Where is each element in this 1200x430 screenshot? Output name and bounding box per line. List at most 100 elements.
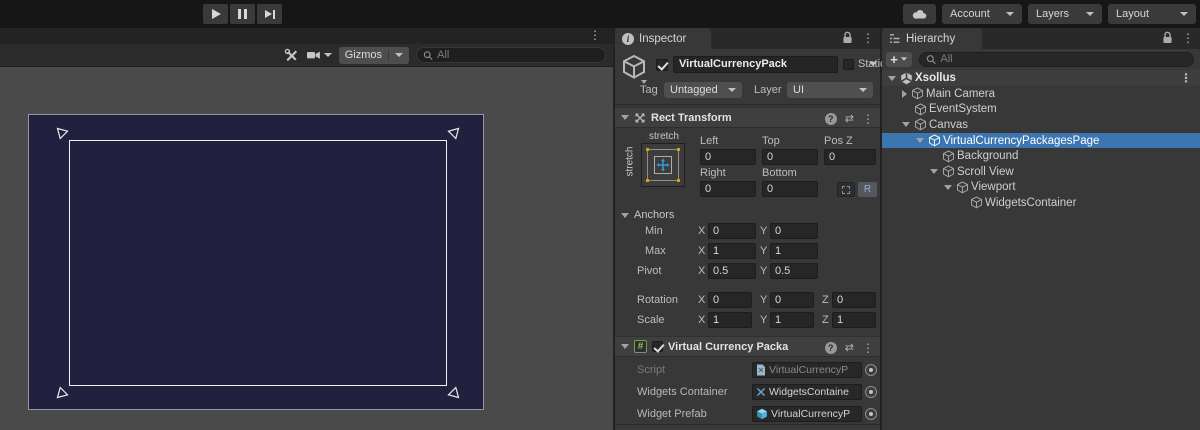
x-axis-label: X [698, 225, 705, 237]
foldout-expanded-icon[interactable] [916, 138, 924, 143]
step-icon [265, 10, 275, 19]
gizmos-dropdown[interactable]: Gizmos [339, 47, 409, 64]
pane-menu-icon[interactable]: ⋮ [1182, 32, 1194, 44]
hierarchy-item-scroll-view[interactable]: Scroll View [882, 164, 1200, 180]
top-field[interactable]: 0 [762, 149, 818, 165]
posz-field-label: Pos Z [824, 135, 853, 147]
scene-row-xsollus[interactable]: Xsollus ⋮ [882, 70, 1200, 86]
account-dropdown[interactable]: Account [942, 4, 1022, 24]
foldout-collapsed-icon[interactable] [902, 90, 907, 98]
scene-viewport[interactable] [0, 67, 613, 430]
unity-editor-window: Account Layers Layout ⋮ [0, 0, 1200, 430]
hierarchy-item-viewport[interactable]: Viewport [882, 180, 1200, 196]
rect-transform-gizmo[interactable] [69, 140, 447, 386]
right-field[interactable]: 0 [700, 181, 756, 197]
object-picker-icon[interactable] [865, 364, 877, 376]
anchor-preset-button[interactable] [641, 143, 685, 187]
pane-menu-icon[interactable]: ⋮ [589, 29, 601, 41]
rect-transform-header[interactable]: Rect Transform ? ⇄ ⋮ [615, 107, 880, 128]
posz-field[interactable]: 0 [824, 149, 876, 165]
ui-canvas[interactable] [28, 114, 484, 410]
layers-label: Layers [1036, 8, 1069, 20]
hierarchy-item-background[interactable]: Background [882, 148, 1200, 164]
step-button[interactable] [257, 4, 282, 24]
anchors-foldout[interactable]: Anchors [621, 209, 674, 221]
anchor-handle-top-right[interactable] [447, 127, 460, 140]
tag-dropdown[interactable]: Untagged [664, 82, 742, 98]
create-object-button[interactable]: + [886, 52, 912, 67]
help-icon[interactable]: ? [825, 113, 837, 125]
script-component-title: Virtual Currency Packa [668, 341, 788, 353]
scene-search-input[interactable] [437, 49, 599, 61]
presets-icon[interactable]: ⇄ [845, 112, 854, 125]
pivot-y-field[interactable]: 0.5 [770, 263, 818, 279]
tab-inspector[interactable]: i Inspector [615, 28, 711, 49]
camera-icon [306, 49, 321, 61]
scene-menu-icon[interactable]: ⋮ [1180, 72, 1192, 84]
object-picker-icon[interactable] [865, 408, 877, 420]
pause-button[interactable] [230, 4, 255, 24]
scene-tools-button[interactable] [284, 48, 299, 63]
widget-prefab-object-field[interactable]: VirtualCurrencyP [752, 406, 862, 422]
raw-edit-mode-button[interactable]: R [858, 182, 877, 197]
scene-search-box[interactable] [416, 47, 606, 63]
lock-icon[interactable] [1162, 31, 1173, 44]
anchor-handle-top-left[interactable] [56, 127, 69, 140]
hierarchy-item-main-camera[interactable]: Main Camera [882, 86, 1200, 102]
play-button[interactable] [203, 4, 228, 24]
static-dropdown-caret[interactable] [869, 62, 877, 66]
rotation-x-field[interactable]: 0 [708, 292, 752, 308]
layout-dropdown[interactable]: Layout [1108, 4, 1196, 24]
hierarchy-search-input[interactable] [940, 53, 1187, 65]
component-menu-icon[interactable]: ⋮ [862, 342, 874, 354]
anchor-handle-bottom-left[interactable] [56, 386, 69, 399]
layer-dropdown[interactable]: UI [787, 82, 873, 98]
script-component-header[interactable]: # Virtual Currency Packa ? ⇄ ⋮ [615, 336, 880, 357]
hierarchy-item-virtualcurrencypackagespage[interactable]: VirtualCurrencyPackagesPage [882, 133, 1200, 149]
object-picker-icon[interactable] [865, 386, 877, 398]
hierarchy-item-widgetscontainer[interactable]: WidgetsContainer [882, 195, 1200, 211]
scale-x-field[interactable]: 1 [708, 312, 752, 328]
anchor-handle-bottom-right[interactable] [447, 386, 460, 399]
min-x-field[interactable]: 0 [708, 223, 756, 239]
component-enabled-checkbox[interactable] [652, 341, 663, 352]
min-y-field[interactable]: 0 [770, 223, 818, 239]
help-icon[interactable]: ? [825, 342, 837, 354]
rotation-y-field[interactable]: 0 [770, 292, 814, 308]
scale-y-field[interactable]: 1 [770, 312, 814, 328]
foldout-expanded-icon[interactable] [621, 344, 629, 349]
hierarchy-item-canvas[interactable]: Canvas [882, 117, 1200, 133]
divider [615, 424, 880, 425]
scene-camera-button[interactable] [306, 49, 332, 61]
blueprint-mode-button[interactable] [837, 182, 855, 197]
foldout-expanded-icon[interactable] [902, 122, 910, 127]
foldout-expanded-icon[interactable] [930, 169, 938, 174]
rotation-z-field[interactable]: 0 [832, 292, 876, 308]
script-object-field[interactable]: VirtualCurrencyP [752, 362, 862, 378]
right-field-label: Right [700, 167, 726, 179]
presets-icon[interactable]: ⇄ [845, 341, 854, 354]
static-checkbox[interactable] [843, 59, 854, 70]
gameobject-name-field[interactable]: VirtualCurrencyPack [673, 56, 838, 73]
pivot-x-field[interactable]: 0.5 [708, 263, 756, 279]
max-x-field[interactable]: 1 [708, 243, 756, 259]
widgets-container-object-field[interactable]: WidgetsContaine [752, 384, 862, 400]
lock-icon[interactable] [842, 31, 853, 44]
gameobject-cube-icon [942, 150, 955, 163]
pane-menu-icon[interactable]: ⋮ [862, 32, 874, 44]
cloud-services-button[interactable] [903, 4, 936, 24]
bottom-field[interactable]: 0 [762, 181, 818, 197]
hierarchy-item-eventsystem[interactable]: EventSystem [882, 102, 1200, 118]
gameobject-cube-icon[interactable] [621, 54, 647, 80]
left-field[interactable]: 0 [700, 149, 756, 165]
tab-hierarchy[interactable]: Hierarchy [882, 28, 982, 49]
foldout-expanded-icon[interactable] [888, 76, 896, 81]
hierarchy-search-box[interactable] [919, 52, 1194, 67]
scale-z-field[interactable]: 1 [832, 312, 876, 328]
foldout-expanded-icon[interactable] [944, 185, 952, 190]
component-menu-icon[interactable]: ⋮ [862, 113, 874, 125]
active-checkbox[interactable] [656, 59, 668, 71]
foldout-expanded-icon[interactable] [621, 115, 629, 120]
layers-dropdown[interactable]: Layers [1028, 4, 1102, 24]
max-y-field[interactable]: 1 [770, 243, 818, 259]
